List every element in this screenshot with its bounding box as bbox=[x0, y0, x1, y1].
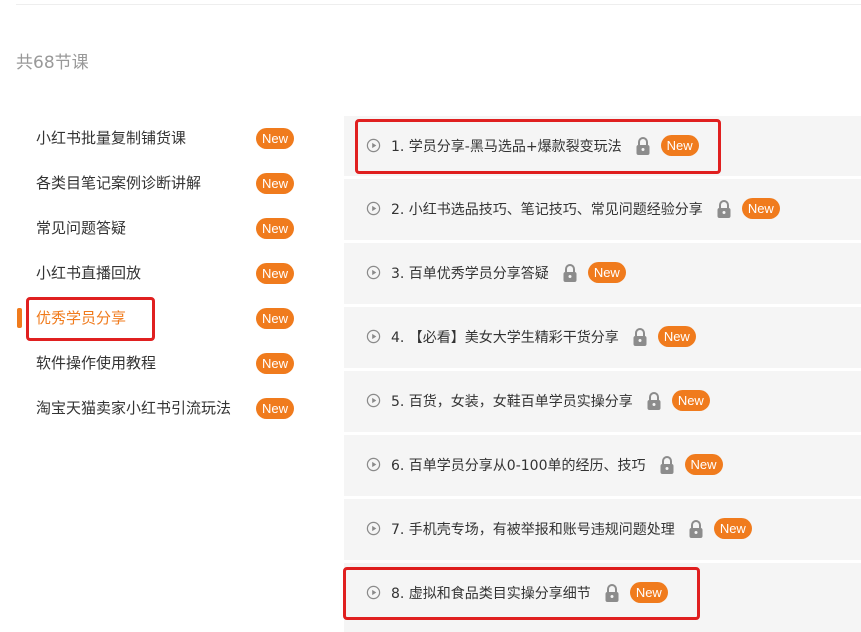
new-badge: New bbox=[629, 582, 668, 603]
sidebar-item-batch-copy[interactable]: 小红书批量复制铺货课 New bbox=[0, 116, 320, 161]
play-circle-icon bbox=[366, 585, 381, 600]
play-circle-icon bbox=[366, 393, 381, 408]
new-badge: New bbox=[256, 218, 295, 239]
new-badge: New bbox=[256, 308, 295, 329]
sidebar-item-live-replay[interactable]: 小红书直播回放 New bbox=[0, 251, 320, 296]
lesson-title: 6. 百单学员分享从0-100单的经历、技巧 bbox=[391, 457, 646, 474]
active-indicator bbox=[17, 308, 22, 328]
new-badge: New bbox=[256, 173, 295, 194]
new-badge: New bbox=[657, 326, 696, 347]
lesson-item[interactable]: 3. 百单优秀学员分享答疑 New bbox=[344, 240, 861, 302]
lesson-item[interactable]: 1. 学员分享-黑马选品+爆款裂变玩法 New bbox=[344, 116, 861, 175]
lesson-item[interactable]: 6. 百单学员分享从0-100单的经历、技巧 New bbox=[344, 432, 861, 494]
lesson-title: 7. 手机壳专场，有被举报和账号违规问题处理 bbox=[391, 521, 675, 538]
top-divider bbox=[16, 4, 861, 5]
new-badge: New bbox=[713, 518, 752, 539]
lock-icon bbox=[689, 519, 703, 538]
play-circle-icon bbox=[366, 265, 381, 280]
lock-icon bbox=[717, 199, 731, 218]
sidebar-item-software-tutorial[interactable]: 软件操作使用教程 New bbox=[0, 341, 320, 386]
lesson-title: 1. 学员分享-黑马选品+爆款裂变玩法 bbox=[391, 138, 622, 155]
sidebar-item-label: 淘宝天猫卖家小红书引流玩法 bbox=[36, 399, 232, 417]
lesson-item[interactable]: 7. 手机壳专场，有被举报和账号违规问题处理 New bbox=[344, 496, 861, 558]
sidebar-item-label: 软件操作使用教程 bbox=[36, 354, 157, 372]
lesson-item[interactable]: 4. 【必看】美女大学生精彩干货分享 New bbox=[344, 304, 861, 366]
new-badge: New bbox=[256, 128, 295, 149]
lesson-title: 8. 虚拟和食品类目实操分享细节 bbox=[391, 585, 591, 602]
new-badge: New bbox=[256, 353, 295, 374]
new-badge: New bbox=[660, 135, 699, 156]
lesson-title: 3. 百单优秀学员分享答疑 bbox=[391, 265, 549, 282]
lock-icon bbox=[605, 583, 619, 602]
sidebar-item-faq[interactable]: 常见问题答疑 New bbox=[0, 206, 320, 251]
new-badge: New bbox=[671, 390, 710, 411]
sidebar-item-taobao-traffic[interactable]: 淘宝天猫卖家小红书引流玩法 New bbox=[0, 386, 320, 431]
lesson-title: 2. 小红书选品技巧、笔记技巧、常见问题经验分享 bbox=[391, 201, 703, 218]
play-circle-icon bbox=[366, 201, 381, 216]
new-badge: New bbox=[587, 262, 626, 283]
sidebar-item-label: 小红书批量复制铺货课 bbox=[36, 129, 187, 147]
new-badge: New bbox=[741, 198, 780, 219]
lock-icon bbox=[660, 455, 673, 474]
lock-icon bbox=[563, 263, 577, 282]
lesson-count: 共68节课 bbox=[16, 53, 89, 73]
sidebar-item-label: 优秀学员分享 bbox=[36, 309, 127, 327]
sidebar-item-label: 小红书直播回放 bbox=[36, 264, 142, 282]
sidebar-item-student-sharing[interactable]: 优秀学员分享 New bbox=[0, 296, 320, 341]
lesson-title: 5. 百货，女装，女鞋百单学员实操分享 bbox=[391, 393, 633, 410]
lesson-item[interactable]: 5. 百货，女装，女鞋百单学员实操分享 New bbox=[344, 368, 861, 430]
lock-icon bbox=[633, 327, 647, 346]
play-circle-icon bbox=[366, 138, 381, 153]
lock-icon bbox=[647, 391, 661, 410]
sidebar-item-label: 常见问题答疑 bbox=[36, 219, 127, 237]
sidebar-item-label: 各类目笔记案例诊断讲解 bbox=[36, 174, 202, 192]
lesson-title: 4. 【必看】美女大学生精彩干货分享 bbox=[391, 329, 619, 346]
lock-icon bbox=[636, 136, 650, 155]
lesson-item[interactable]: 2. 小红书选品技巧、笔记技巧、常见问题经验分享 New bbox=[344, 176, 861, 238]
sidebar-item-note-diagnosis[interactable]: 各类目笔记案例诊断讲解 New bbox=[0, 161, 320, 206]
lesson-list: 1. 学员分享-黑马选品+爆款裂变玩法 New 2. 小红书选品技巧、笔记技巧、… bbox=[344, 116, 861, 632]
new-badge: New bbox=[256, 398, 295, 419]
play-circle-icon bbox=[366, 521, 381, 536]
play-circle-icon bbox=[366, 457, 381, 472]
new-badge: New bbox=[256, 263, 295, 284]
new-badge: New bbox=[684, 454, 723, 475]
lesson-item[interactable]: 8. 虚拟和食品类目实操分享细节 New bbox=[344, 560, 861, 622]
play-circle-icon bbox=[366, 329, 381, 344]
